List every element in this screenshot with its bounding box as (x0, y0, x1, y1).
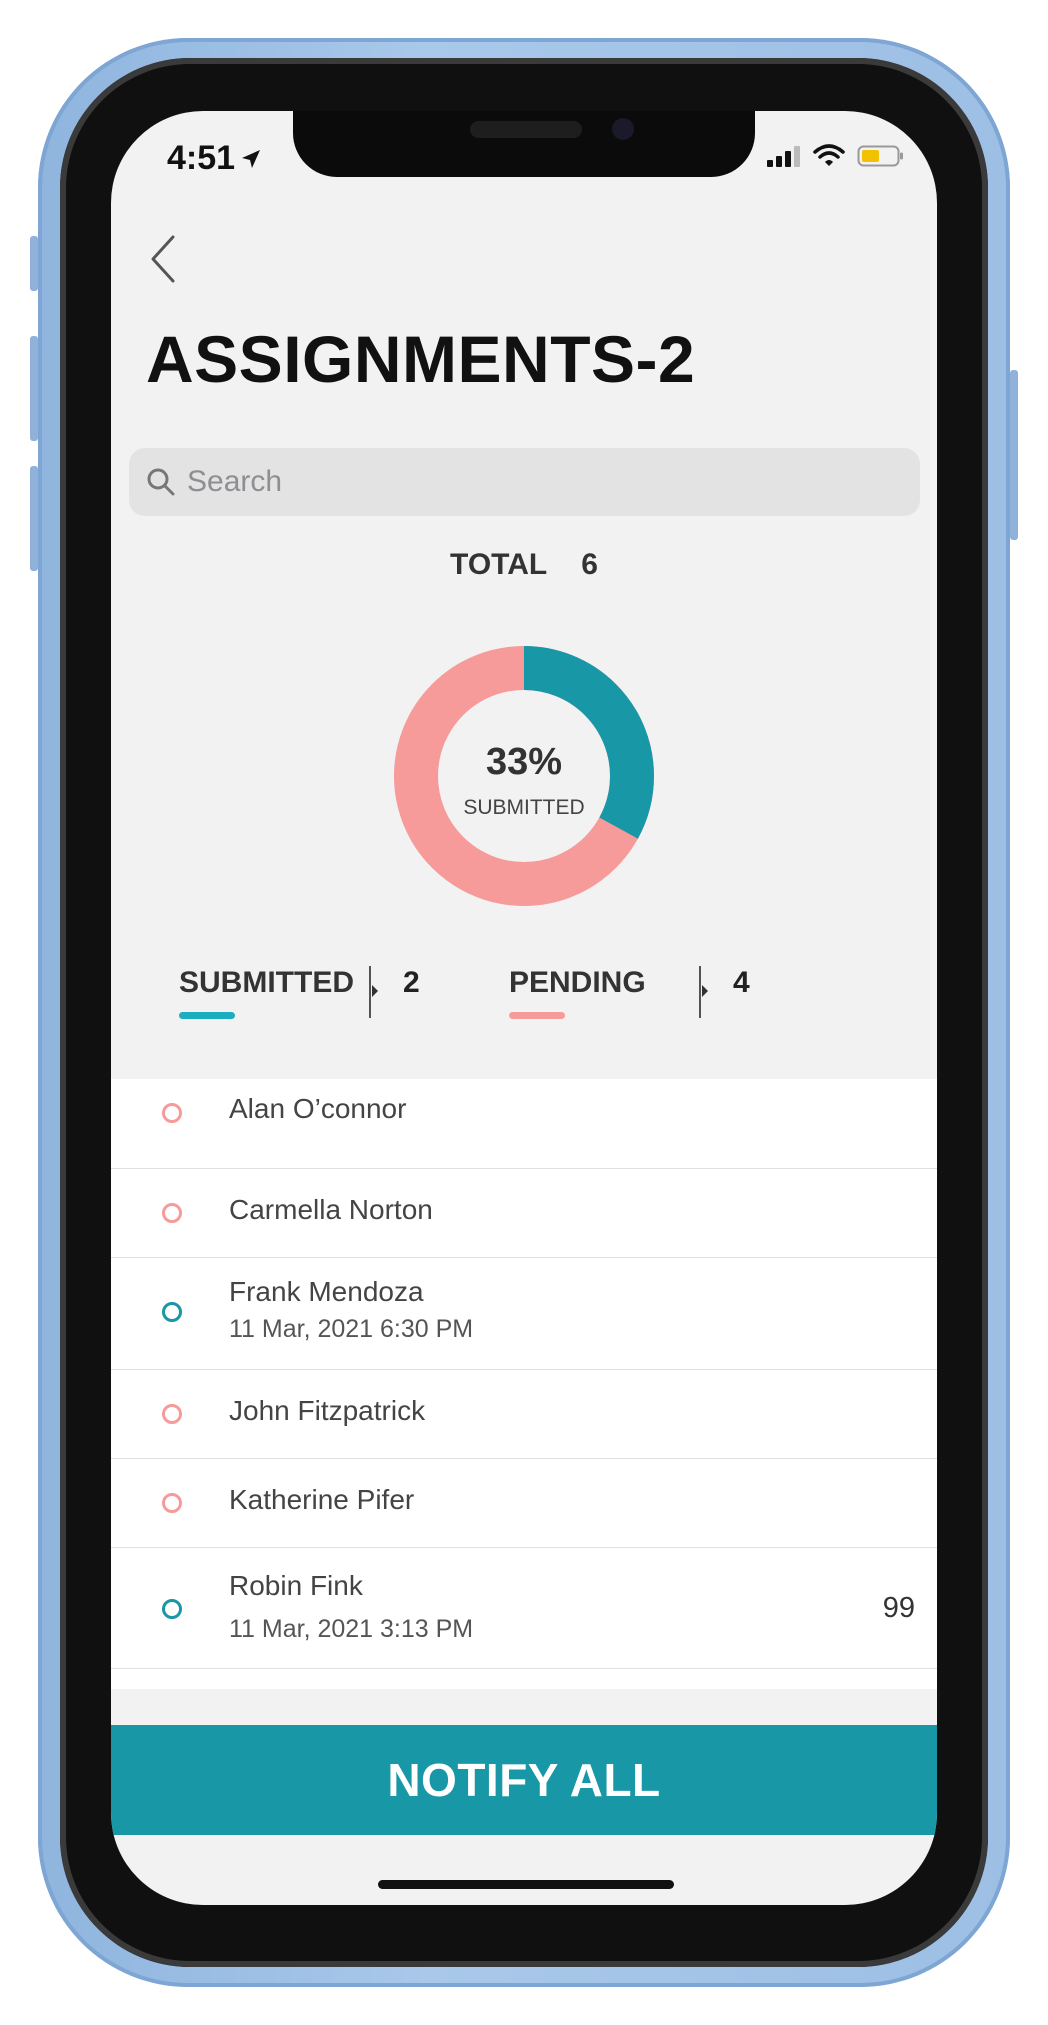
speaker-grille (470, 121, 582, 138)
page-title: ASSIGNMENTS-2 (146, 322, 696, 396)
student-name: Katherine Pifer (229, 1484, 415, 1515)
total-summary: TOTAL 6 (111, 548, 937, 582)
total-value: 6 (581, 548, 598, 581)
search-icon (147, 468, 175, 496)
legend-submitted-underline (179, 1012, 235, 1019)
notch (293, 111, 755, 177)
battery-icon (857, 145, 903, 167)
legend-pending-underline (509, 1012, 565, 1019)
legend-submitted[interactable]: SUBMITTED 2 (179, 966, 429, 1026)
status-dot-icon (162, 1203, 182, 1223)
wifi-icon (813, 144, 845, 166)
legend-pending-label: PENDING (509, 966, 646, 999)
legend-submitted-divider (369, 966, 371, 1018)
status-dot-icon (162, 1302, 182, 1322)
side-button-mute (30, 236, 38, 291)
legend-submitted-count: 2 (403, 966, 420, 999)
list-item[interactable]: Robin Fink 11 Mar, 2021 3:13 PM 99 (111, 1548, 937, 1669)
student-list: Alan O’connor Carmella Norton Frank Mend… (111, 1079, 937, 1689)
chevron-left-icon (151, 235, 175, 283)
list-item[interactable]: Carmella Norton (111, 1169, 937, 1258)
signal-icon (767, 146, 800, 167)
legend-submitted-label: SUBMITTED (179, 966, 354, 999)
submission-date: 11 Mar, 2021 3:13 PM (229, 1615, 474, 1643)
side-button-volume-up (30, 336, 38, 441)
search-input[interactable] (185, 464, 889, 500)
student-name: Carmella Norton (229, 1194, 433, 1225)
total-label: TOTAL (450, 548, 548, 581)
status-time-text: 4:51 (167, 139, 236, 177)
student-name: John Fitzpatrick (229, 1395, 426, 1426)
donut-percent: 33% (485, 741, 563, 783)
list-item[interactable]: Katherine Pifer (111, 1459, 937, 1548)
legend-submitted-arrow-icon (372, 985, 378, 997)
student-name: Robin Fink (229, 1570, 363, 1601)
status-dot-icon (162, 1493, 182, 1513)
legend-pending-count: 4 (733, 966, 750, 999)
app-screen: 4:51 ASSIGNMENTS-2 Search TOTAL 6 33% SU… (111, 111, 937, 1905)
location-arrow-icon (242, 149, 261, 168)
side-button-volume-down (30, 466, 38, 571)
legend-pending-arrow-icon (702, 985, 708, 997)
donut-caption: SUBMITTED (463, 796, 585, 819)
front-camera (612, 118, 634, 140)
submission-donut-chart: 33% SUBMITTED (394, 646, 654, 906)
status-bar-time: 4:51 (167, 139, 263, 178)
home-indicator[interactable] (378, 1880, 674, 1889)
submission-date: 11 Mar, 2021 6:30 PM (229, 1315, 474, 1343)
side-button-power (1010, 370, 1018, 540)
list-item[interactable]: Alan O’connor (111, 1079, 937, 1169)
student-score: 99 (882, 1592, 915, 1624)
status-bar-indicators (767, 144, 905, 168)
student-name: Frank Mendoza (229, 1276, 424, 1307)
notify-all-button[interactable]: NOTIFY ALL (111, 1725, 937, 1835)
search-bar[interactable] (129, 448, 920, 516)
legend-pending[interactable]: PENDING 4 (509, 966, 759, 1026)
list-item[interactable]: John Fitzpatrick (111, 1370, 937, 1459)
list-item[interactable]: Frank Mendoza 11 Mar, 2021 6:30 PM (111, 1258, 937, 1370)
status-dot-icon (162, 1599, 182, 1619)
status-dot-icon (162, 1404, 182, 1424)
legend-pending-divider (699, 966, 701, 1018)
status-dot-icon (162, 1103, 182, 1123)
back-button[interactable] (143, 229, 183, 289)
student-name: Alan O’connor (229, 1093, 407, 1124)
